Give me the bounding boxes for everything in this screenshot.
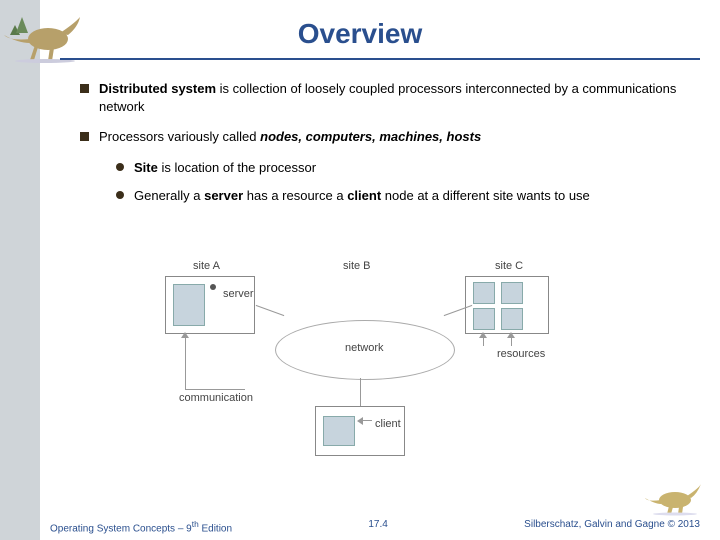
- label-resources: resources: [497, 348, 545, 360]
- arrow-up-icon: [479, 332, 487, 338]
- text-bold: Site: [134, 160, 158, 175]
- label-server: server: [223, 288, 254, 300]
- text: 2013: [675, 519, 700, 530]
- text: Silberschatz, Galvin and Gagne: [524, 519, 667, 530]
- label-network: network: [345, 342, 384, 354]
- arrow-up-icon: [507, 332, 515, 338]
- text: has a resource a: [243, 188, 347, 203]
- line: [256, 305, 285, 316]
- text-bold: client: [347, 188, 381, 203]
- text-sup: th: [192, 519, 199, 529]
- text-bold: server: [204, 188, 243, 203]
- bullet-item: Distributed system is collection of loos…: [80, 80, 690, 116]
- bullet-text: Distributed system is collection of loos…: [99, 80, 690, 116]
- line: [185, 334, 186, 389]
- arrow-up-icon: [181, 332, 189, 338]
- text: is location of the processor: [158, 160, 316, 175]
- sub-bullet-item: Site is location of the processor: [116, 159, 690, 177]
- label-site-b: site B: [343, 260, 371, 272]
- box-client: [323, 416, 355, 446]
- footer-left: Operating System Concepts – 9th Edition: [50, 519, 232, 534]
- sidebar-stripe: [0, 0, 40, 540]
- title-underline: [60, 58, 700, 60]
- bullet-text: Site is location of the processor: [134, 159, 316, 177]
- square-bullet-icon: [80, 132, 89, 141]
- dot-icon: [210, 284, 216, 290]
- text: ©: [668, 519, 675, 530]
- text: Operating System Concepts – 9: [50, 523, 192, 534]
- text-bold: Distributed system: [99, 81, 216, 96]
- text: Generally a: [134, 188, 204, 203]
- bullet-text: Generally a server has a resource a clie…: [134, 187, 590, 205]
- text: Edition: [199, 523, 232, 534]
- resource-box: [473, 282, 495, 304]
- dinosaur-footer-icon: [645, 480, 705, 516]
- line: [185, 389, 245, 390]
- label-site-c: site C: [495, 260, 523, 272]
- label-site-a: site A: [193, 260, 220, 272]
- label-client: client: [375, 418, 401, 430]
- slide-footer: Operating System Concepts – 9th Edition …: [50, 519, 700, 534]
- box-server: [173, 284, 205, 326]
- slide-content: Distributed system is collection of loos…: [80, 80, 690, 215]
- circle-bullet-icon: [116, 163, 124, 171]
- footer-page-number: 17.4: [232, 519, 524, 534]
- square-bullet-icon: [80, 84, 89, 93]
- bullet-item: Processors variously called nodes, compu…: [80, 128, 690, 146]
- resource-box: [501, 308, 523, 330]
- resource-box: [473, 308, 495, 330]
- resource-box: [501, 282, 523, 304]
- arrow-left-icon: [357, 417, 363, 425]
- text-bold-italic: nodes, computers, machines, hosts: [260, 129, 481, 144]
- circle-bullet-icon: [116, 191, 124, 199]
- text: Processors variously called: [99, 129, 260, 144]
- label-communication: communication: [179, 392, 253, 404]
- network-diagram: site A site C site B server resources cl…: [165, 260, 555, 480]
- bullet-text: Processors variously called nodes, compu…: [99, 128, 481, 146]
- text: node at a different site wants to use: [381, 188, 590, 203]
- sub-bullet-item: Generally a server has a resource a clie…: [116, 187, 690, 205]
- slide-title: Overview: [0, 18, 720, 50]
- footer-right: Silberschatz, Galvin and Gagne © 2013: [524, 519, 700, 534]
- line: [360, 378, 361, 406]
